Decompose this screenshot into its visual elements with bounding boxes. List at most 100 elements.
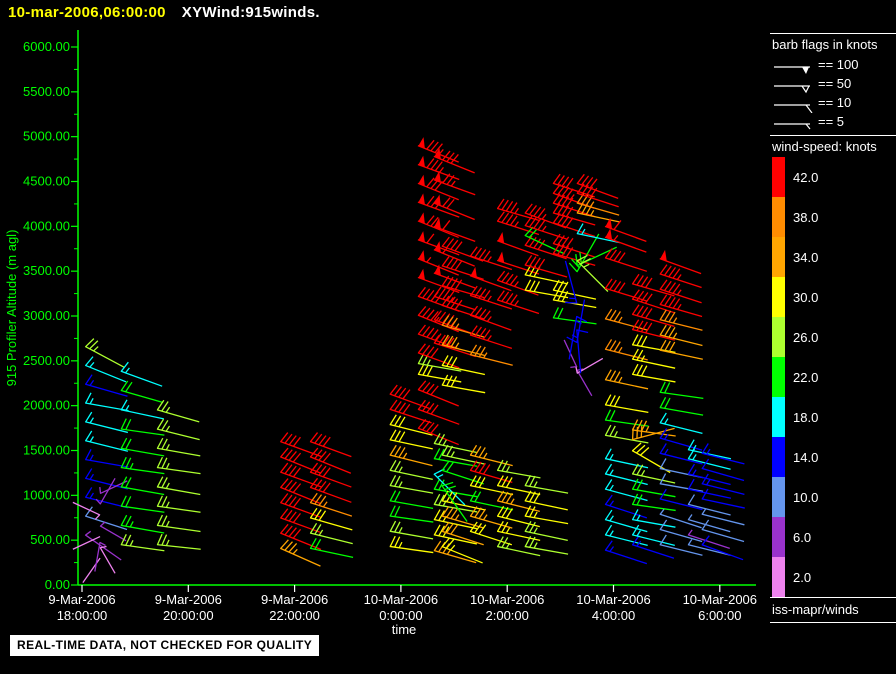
colorbar-swatch	[772, 237, 785, 277]
barb-staff	[576, 182, 619, 199]
barb-half-tick	[664, 448, 669, 455]
barb-full-tick	[557, 307, 564, 319]
barb-half-tick	[613, 431, 618, 438]
barb-full-tick	[85, 430, 93, 442]
barb-full-tick	[552, 307, 559, 319]
barb-half-tick	[676, 303, 682, 310]
barb-legend-value: == 5	[818, 114, 845, 129]
barb-half-tick	[165, 539, 170, 546]
barb-half-tick	[609, 453, 614, 460]
barb-half-tick	[99, 486, 102, 494]
barb-full-tick	[497, 520, 504, 532]
barb-full-tick	[604, 479, 613, 490]
colorbar-value: 26.0	[793, 329, 819, 345]
barb-half-tick	[486, 316, 492, 322]
barb-staff	[84, 515, 128, 531]
y-tick-label: 3000.00	[23, 308, 70, 323]
barb-half-tick	[609, 546, 615, 552]
barb-full-tick	[389, 490, 397, 502]
colorbar-row: 6.0	[772, 517, 896, 557]
barb-full-tick	[125, 418, 132, 430]
barb-full-tick	[389, 475, 397, 486]
barb-full-tick	[501, 476, 509, 487]
barb-full-tick	[609, 370, 617, 382]
barb-staff	[701, 498, 745, 509]
barb-full-tick	[442, 220, 451, 230]
barb-full-tick	[389, 505, 396, 517]
barb-full-tick	[609, 395, 616, 406]
barb-half-tick	[609, 469, 614, 476]
barb-staff	[659, 391, 704, 399]
colorbar-row: 10.0	[772, 477, 896, 517]
colorbar-swatch	[772, 317, 785, 357]
barb-full-tick	[156, 533, 163, 545]
barb-staff	[389, 454, 433, 467]
barb-staff	[632, 503, 676, 512]
barb-full-tick	[394, 491, 401, 502]
barb-staff	[631, 358, 676, 369]
colorbar-value: 2.0	[793, 569, 812, 585]
barb-full-tick	[156, 476, 164, 488]
barb-half-tick	[609, 484, 614, 491]
barb-staff	[604, 348, 648, 361]
barb-staff	[156, 544, 201, 550]
colorbar-swatch	[772, 157, 785, 197]
barb-staff	[389, 530, 434, 540]
wind-speed-legend: wind-speed: knots 42.0 38.0 34.0 30.0 26.0 22…	[770, 136, 896, 597]
barb-half-tick	[510, 498, 515, 505]
barb-half-tick	[514, 300, 519, 306]
barb-full-tick	[426, 233, 435, 244]
barb-half-tick	[89, 436, 94, 443]
x-tick-label-time: 18:00:00	[57, 608, 108, 623]
barb-half-tick	[692, 454, 697, 461]
barb-full-tick	[394, 415, 402, 427]
barb-full-tick	[389, 444, 397, 456]
colorbar-swatch	[772, 277, 785, 317]
barb-half-tick	[398, 466, 403, 473]
barb-staff	[72, 501, 101, 516]
barb-half-tick	[613, 234, 619, 241]
barb-half-tick	[618, 376, 623, 383]
barb-staff	[120, 544, 165, 552]
y-tick-label: 5500.00	[23, 84, 70, 99]
barb-full-tick	[687, 463, 696, 475]
barb-full-tick	[394, 430, 401, 442]
barb-full-tick	[632, 493, 639, 505]
colorbar-swatch	[772, 477, 785, 517]
barb-full-tick	[604, 448, 612, 459]
barb-full-tick	[125, 477, 132, 488]
barb-staff	[631, 373, 676, 383]
barb-staff	[85, 440, 129, 452]
barb-legend-row: == 10	[772, 93, 896, 113]
barb-full-tick	[645, 322, 653, 334]
barb-staff	[576, 369, 593, 397]
barb-full-tick	[478, 447, 486, 458]
quality-banner: REAL-TIME DATA, NOT CHECKED FOR QUALITY	[10, 635, 320, 656]
barb-full-tick	[120, 495, 127, 507]
barb-half-tick	[541, 213, 547, 220]
barb-full-tick	[120, 437, 128, 449]
wind-barb-profile	[120, 361, 165, 552]
barb-full-tick	[659, 324, 667, 336]
barb-full-tick	[394, 505, 401, 517]
barb-half-tick	[609, 500, 615, 507]
barb-full-tick	[604, 394, 612, 406]
colorbar-value: 42.0	[793, 169, 819, 185]
barb-legend-value: == 10	[818, 95, 852, 110]
barb-half-tick	[402, 452, 408, 459]
barb-half-tick	[533, 511, 538, 518]
data-source-footer: iss-mapr/winds	[770, 597, 896, 623]
barb-full-tick	[659, 458, 667, 469]
barb-full-tick	[161, 496, 168, 508]
barb-full-tick	[394, 446, 402, 457]
barb-full-tick	[433, 478, 441, 490]
barb-full-tick	[632, 363, 639, 375]
colorbar-swatch	[772, 397, 785, 437]
barb-half-tick	[129, 521, 134, 528]
colorbar-value: 6.0	[793, 529, 812, 545]
x-tick-label-time: 2:00:00	[486, 608, 529, 623]
barb-half-tick	[426, 256, 432, 263]
barb-full-tick	[659, 397, 667, 408]
flag-100-icon	[774, 65, 810, 74]
barb-half-tick	[636, 530, 641, 537]
